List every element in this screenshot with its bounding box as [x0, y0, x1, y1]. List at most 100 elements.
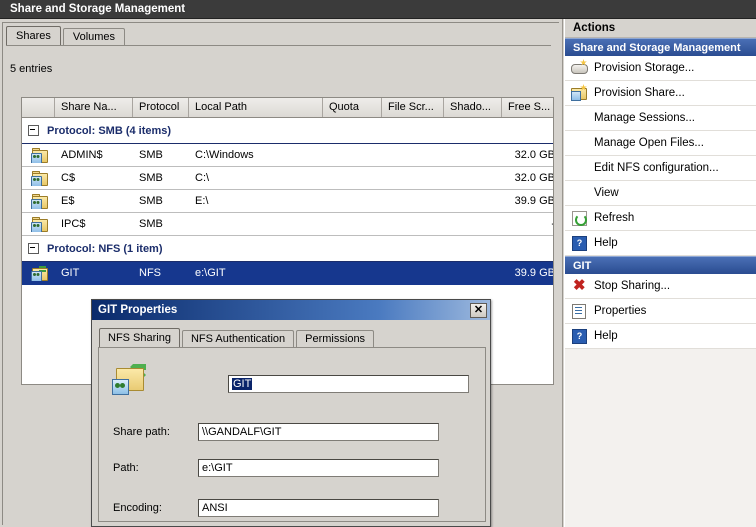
tab-underline: [6, 45, 551, 46]
tab-shares[interactable]: Shares: [6, 26, 61, 45]
group-label-nfs: Protocol: NFS (1 item): [47, 242, 163, 255]
cell-local-path: C:\: [195, 172, 210, 184]
cell-share-name: IPC$: [61, 218, 86, 230]
properties-icon: [571, 303, 588, 319]
refresh-icon: [571, 210, 588, 226]
column-header-free-space[interactable]: Free S...: [502, 98, 553, 117]
action-label: Refresh: [594, 212, 635, 224]
cell-local-path: E:\: [195, 195, 209, 207]
action-stop-sharing[interactable]: ✖ Stop Sharing...: [565, 274, 756, 299]
window-titlebar: Share and Storage Management: [0, 0, 756, 19]
nfs-share-folder-icon: [112, 362, 150, 396]
cell-protocol: SMB: [139, 218, 163, 230]
group-label-smb: Protocol: SMB (4 items): [47, 124, 172, 137]
cell-local-path: C:\Windows: [195, 149, 254, 161]
provision-share-icon: [571, 84, 588, 101]
tab-label: NFS Authentication: [190, 333, 286, 345]
action-help-git[interactable]: ? Help: [565, 324, 756, 349]
tab-label: Permissions: [305, 333, 366, 345]
column-header-protocol[interactable]: Protocol: [133, 98, 189, 117]
action-label: Edit NFS configuration...: [594, 162, 719, 174]
action-view[interactable]: View: [565, 181, 756, 206]
share-path-label: Share path:: [113, 426, 170, 438]
smb-share-icon: [22, 170, 55, 186]
cell-protocol: SMB: [139, 195, 163, 207]
action-label: Manage Sessions...: [594, 112, 696, 124]
action-label: Properties: [594, 305, 647, 317]
cell-free-space: 32.0 GB: [514, 172, 554, 184]
column-header-file-screening[interactable]: File Scr...: [382, 98, 444, 117]
collapse-icon[interactable]: [28, 125, 39, 136]
action-edit-nfs-configuration[interactable]: Edit NFS configuration...: [565, 156, 756, 181]
tab-nfs-sharing[interactable]: NFS Sharing: [99, 328, 180, 348]
action-provision-storage[interactable]: Provision Storage...: [565, 56, 756, 81]
encoding-label: Encoding:: [113, 502, 162, 514]
dialog-title: GIT Properties: [98, 304, 178, 316]
cell-share-name: E$: [61, 195, 75, 207]
group-header-nfs[interactable]: Protocol: NFS (1 item): [22, 236, 553, 262]
actions-section-header-git: GIT: [565, 256, 756, 274]
ipc-share-icon: [22, 216, 55, 232]
column-header-icon[interactable]: [22, 98, 55, 117]
column-header-quota[interactable]: Quota: [323, 98, 382, 117]
tab-nfs-authentication[interactable]: NFS Authentication: [181, 330, 295, 348]
tab-shares-label: Shares: [16, 30, 51, 42]
share-name-field-row: GIT: [228, 375, 469, 393]
cell-free-space: 39.9 GB: [514, 267, 554, 279]
smb-share-icon: [22, 193, 55, 209]
listview-header: Share Na... Protocol Local Path Quota Fi…: [22, 98, 553, 118]
share-path-input[interactable]: \\GANDALF\GIT: [198, 423, 439, 441]
action-refresh[interactable]: Refresh: [565, 206, 756, 231]
cell-share-name: ADMIN$: [61, 149, 103, 161]
column-header-local-path[interactable]: Local Path: [189, 98, 323, 117]
action-manage-open-files[interactable]: Manage Open Files...: [565, 131, 756, 156]
action-label: View: [594, 187, 619, 199]
column-header-share-name[interactable]: Share Na...: [55, 98, 133, 117]
cell-local-path: e:\GIT: [195, 267, 226, 279]
tab-volumes-label: Volumes: [72, 31, 116, 43]
action-label: Stop Sharing...: [594, 280, 671, 292]
collapse-icon[interactable]: [28, 243, 39, 254]
stop-sharing-icon: ✖: [573, 277, 586, 294]
cell-share-name: C$: [61, 172, 76, 184]
action-provision-share[interactable]: Provision Share...: [565, 81, 756, 106]
dialog-tabstrip: NFS Sharing NFS Authentication Permissio…: [99, 328, 376, 348]
dialog-titlebar: GIT Properties: [92, 300, 490, 320]
column-header-shadow-copies[interactable]: Shado...: [444, 98, 502, 117]
cell-free-space: -: [502, 213, 553, 235]
cell-protocol: SMB: [139, 172, 163, 184]
git-properties-dialog: GIT Properties ✕ NFS Sharing NFS Authent…: [91, 299, 491, 527]
actions-pane: Actions Share and Storage Management Pro…: [564, 19, 756, 527]
table-row[interactable]: IPC$ SMB -: [22, 213, 553, 236]
encoding-select[interactable]: ANSI: [198, 499, 439, 517]
table-row[interactable]: E$ SMB E:\ 39.9 GB: [22, 190, 553, 213]
table-row[interactable]: ADMIN$ SMB C:\Windows 32.0 GB: [22, 144, 553, 167]
entries-count: 5 entries: [10, 63, 53, 75]
action-label: Manage Open Files...: [594, 137, 704, 149]
close-icon[interactable]: ✕: [470, 303, 487, 318]
share-name-input[interactable]: GIT: [228, 375, 469, 393]
action-properties[interactable]: Properties: [565, 299, 756, 324]
cell-protocol: NFS: [139, 267, 161, 279]
cell-free-space: 39.9 GB: [514, 195, 554, 207]
tab-label: NFS Sharing: [108, 332, 171, 344]
window-title: Share and Storage Management: [10, 3, 186, 15]
action-help-console[interactable]: ? Help: [565, 231, 756, 256]
action-manage-sessions[interactable]: Manage Sessions...: [565, 106, 756, 131]
group-header-smb[interactable]: Protocol: SMB (4 items): [22, 118, 553, 144]
action-label: Help: [594, 237, 618, 249]
cell-protocol: SMB: [139, 149, 163, 161]
tab-volumes[interactable]: Volumes: [62, 28, 126, 45]
share-path-field-row: Share path: \\GANDALF\GIT: [113, 423, 439, 441]
cell-free-space: 32.0 GB: [514, 149, 554, 161]
action-label: Provision Share...: [594, 87, 685, 99]
help-icon: ?: [571, 235, 588, 251]
path-input[interactable]: e:\GIT: [198, 459, 439, 477]
cell-share-name: GIT: [61, 267, 80, 279]
table-row[interactable]: GIT NFS e:\GIT 39.9 GB: [22, 262, 553, 285]
table-row[interactable]: C$ SMB C:\ 32.0 GB: [22, 167, 553, 190]
help-icon: ?: [571, 328, 588, 344]
tab-permissions[interactable]: Permissions: [296, 330, 375, 348]
action-label: Help: [594, 330, 618, 342]
provision-storage-icon: [571, 59, 588, 76]
